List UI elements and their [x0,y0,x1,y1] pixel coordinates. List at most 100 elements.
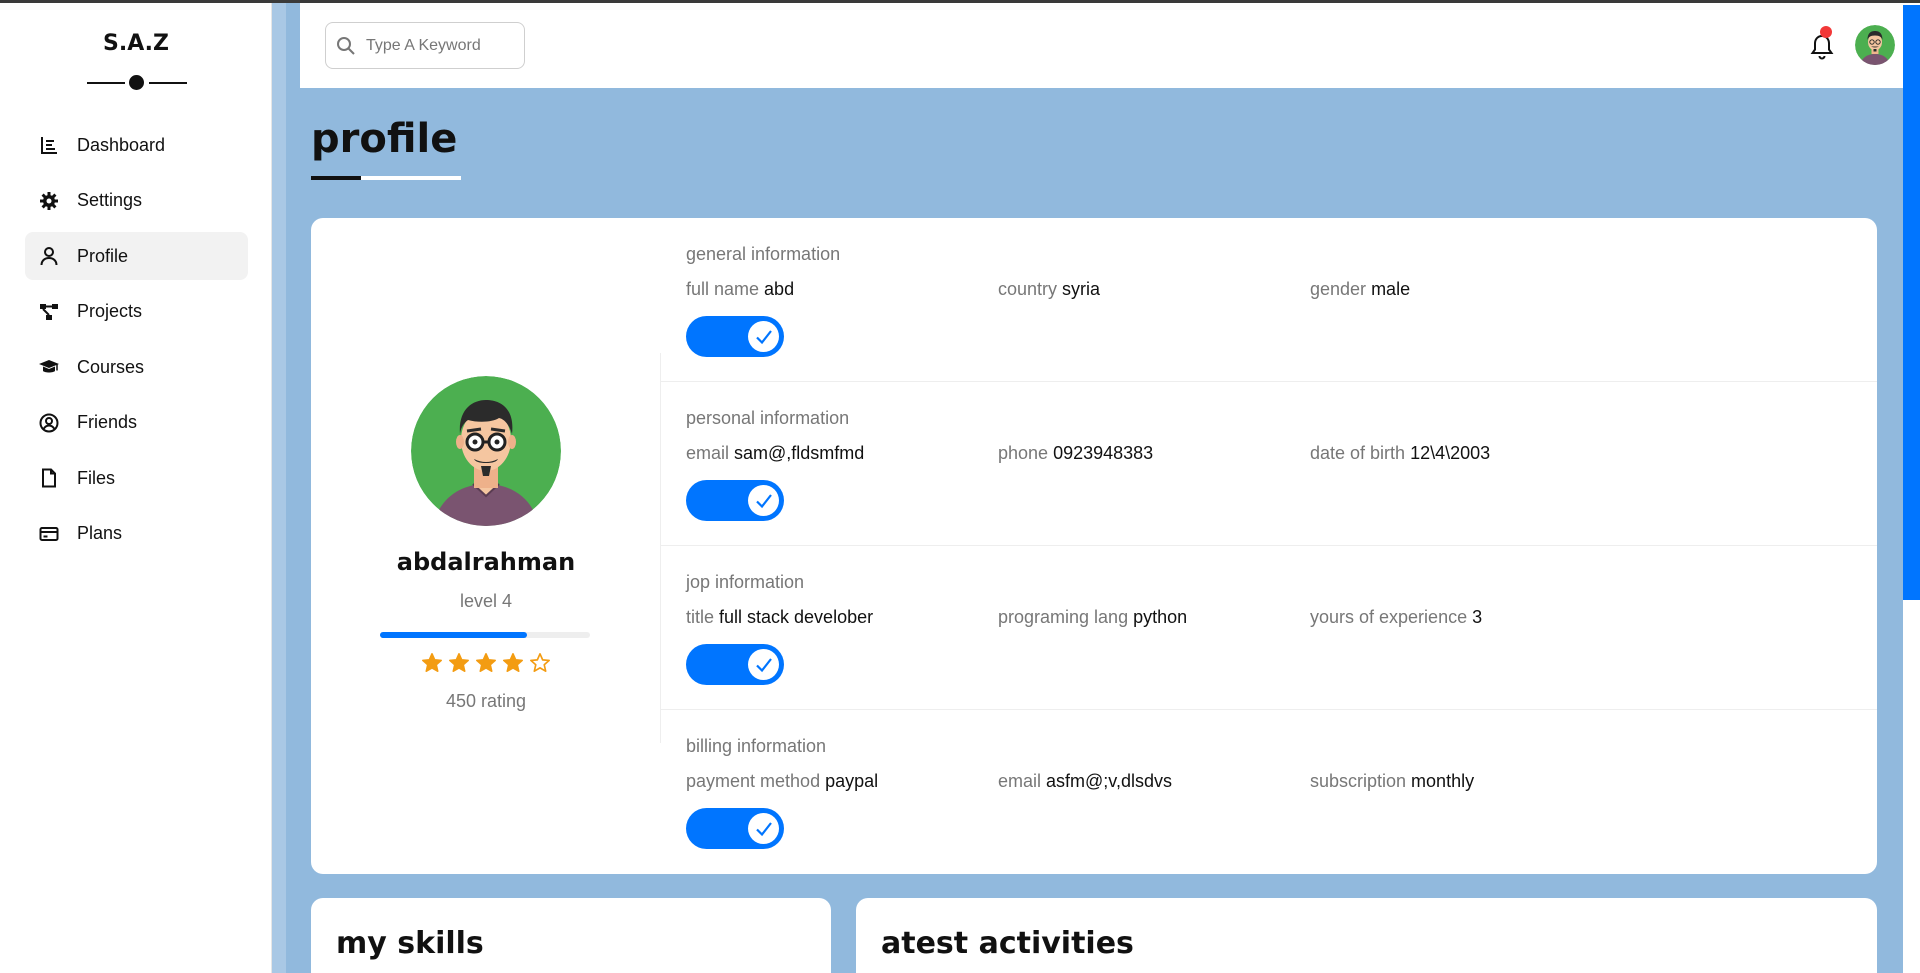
rating-count: 450 rating [445,691,527,711]
field-label: email [998,771,1042,791]
top-bar [300,3,1917,88]
sidebar-item-label: Courses [77,356,145,377]
toggle-knob [748,649,779,680]
field-country: country syria [998,279,1100,300]
field-value: abd [764,279,795,299]
field-label: full name [686,279,760,299]
field-label: payment method [686,771,821,791]
logo-divider-dot [129,75,144,90]
sidebar-item-label: Files [77,467,116,488]
sidebar-item-label: Projects [77,301,143,321]
field-value: 3 [1472,607,1483,627]
profile-summary: abdalrahman level 4 450 rating [311,218,661,874]
field-value: sam@,fldsmfmd [734,443,865,463]
section-title: personal information [686,408,850,428]
credit-card-icon [39,524,59,544]
field-label: email [686,443,730,463]
level-progress-bar [380,632,590,638]
activities-title: atest activities [881,926,1134,961]
graduation-cap-icon [39,357,59,377]
diagram-icon [39,302,59,322]
sidebar-item-label: Plans [77,523,123,543]
profile-card: abdalrahman level 4 450 rating general i… [311,218,1877,874]
toggle-knob [748,813,779,844]
section-job-information: jop information title full stack develobe… [661,546,1877,710]
field-value: male [1371,279,1411,299]
field-billing-email: email asfm@;v,dlsdvs [998,771,1172,792]
search-input[interactable] [366,36,516,55]
logo-divider-right [149,82,187,84]
star-filled-icon [476,653,496,672]
personal-information-toggle[interactable] [686,480,784,521]
star-rating [311,652,661,674]
sidebar: S.A.Z Dashboard Settings Profile Project… [0,3,272,973]
sidebar-item-profile[interactable]: Profile [25,232,248,280]
sidebar-item-label: Friends [77,412,138,432]
activities-card: atest activities [856,898,1877,973]
profile-level: level 4 [459,591,513,611]
field-value: full stack develober [719,607,874,627]
general-information-toggle[interactable] [686,316,784,357]
field-years-of-experience: yours of experience 3 [1310,607,1482,628]
field-value: 12\4\2003 [1410,443,1491,463]
skills-title: my skills [336,926,484,961]
field-gender: gender male [1310,279,1410,300]
file-icon [39,468,59,488]
search-box[interactable] [325,22,525,69]
profile-avatar [411,376,561,526]
title-underline-accent [311,176,361,180]
field-subscription: subscription monthly [1310,771,1474,792]
field-label: country [998,279,1058,299]
gear-icon [39,191,59,211]
field-title: title full stack develober [686,607,873,628]
check-icon [755,821,772,836]
check-icon [755,657,772,672]
sidebar-item-files[interactable]: Files [25,454,248,502]
field-value: paypal [825,771,879,791]
scrollbar-thumb[interactable] [1903,5,1920,600]
section-general-information: general information full name abd country… [661,218,1877,382]
job-information-toggle[interactable] [686,644,784,685]
avatar[interactable] [1855,25,1895,65]
section-title: billing information [686,736,827,756]
sidebar-item-label: Profile [77,245,129,266]
sidebar-item-courses[interactable]: Courses [25,343,248,391]
field-label: phone [998,443,1049,463]
field-value: monthly [1411,771,1475,791]
field-payment-method: payment method paypal [686,771,878,792]
field-value: 0923948383 [1053,443,1154,463]
billing-information-toggle[interactable] [686,808,784,849]
brand-logo: S.A.Z [103,31,169,56]
field-label: yours of experience [1310,607,1468,627]
field-label: date of birth [1310,443,1406,463]
sidebar-nav: Dashboard Settings Profile Projects Cour… [25,121,248,565]
skills-card: my skills [311,898,831,973]
search-icon [337,36,355,55]
section-title: jop information [686,572,805,592]
toggle-knob [748,485,779,516]
sidebar-item-friends[interactable]: Friends [25,399,248,447]
field-full-name: full name abd [686,279,794,300]
level-progress-fill [380,632,527,638]
sidebar-item-settings[interactable]: Settings [25,177,248,225]
user-icon [39,246,59,266]
field-label: title [686,607,715,627]
section-title: general information [686,244,841,264]
sidebar-item-dashboard[interactable]: Dashboard [25,121,248,169]
field-email: email sam@,fldsmfmd [686,443,864,464]
chart-icon [39,135,59,155]
field-label: subscription [1310,771,1407,791]
section-billing-information: billing information payment method paypal… [661,710,1877,874]
toggle-knob [748,321,779,352]
field-value: syria [1062,279,1101,299]
field-programming-language: programing lang python [998,607,1187,628]
sidebar-item-label: Settings [77,190,143,210]
logo-divider-left [87,82,125,84]
sidebar-item-plans[interactable]: Plans [25,510,248,558]
user-circle-icon [39,413,59,433]
sidebar-item-label: Dashboard [77,134,166,155]
field-label: programing lang [998,607,1129,627]
field-value: asfm@;v,dlsdvs [1046,771,1172,791]
sidebar-item-projects[interactable]: Projects [25,288,248,336]
check-icon [755,493,772,508]
